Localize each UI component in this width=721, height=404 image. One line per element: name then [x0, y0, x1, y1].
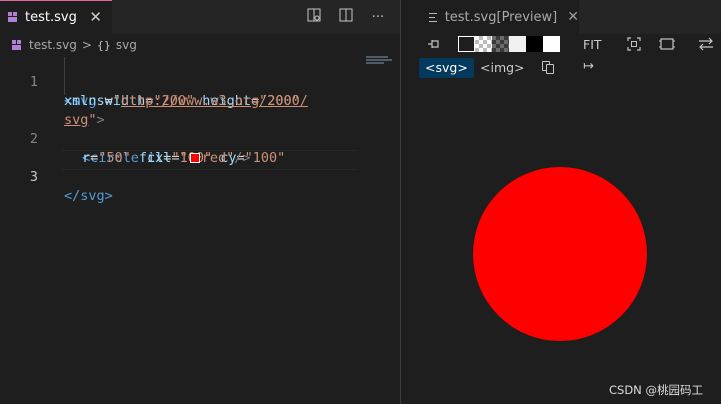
fit-button[interactable]: FIT	[583, 37, 602, 52]
zoom-actual-icon[interactable]	[655, 34, 679, 54]
close-icon[interactable]: ✕	[89, 10, 102, 25]
tab-test-svg[interactable]: test.svg ✕	[0, 0, 112, 34]
breadcrumb-file[interactable]: test.svg	[29, 38, 77, 52]
minimap[interactable]	[366, 56, 394, 68]
bg-checker-light-swatch[interactable]	[475, 36, 492, 52]
arrow-right-to-bar-icon[interactable]: ↦	[583, 59, 594, 74]
braces-icon: {}	[96, 38, 111, 52]
more-actions-icon[interactable]: ···	[370, 10, 386, 25]
preview-toolbar: FIT	[401, 34, 721, 56]
tab-label: test.svg[Preview]	[444, 9, 558, 25]
bg-light-swatch[interactable]	[509, 36, 526, 52]
editor-actions: ···	[306, 0, 386, 34]
preview-group: test.svg[Preview] ✕ FIT <svg> <img> ↦	[401, 0, 721, 404]
open-preview-icon[interactable]	[306, 8, 322, 26]
breadcrumb-node[interactable]: svg	[116, 38, 137, 52]
svg-file-icon	[8, 12, 18, 23]
swap-icon[interactable]	[694, 34, 718, 54]
breadcrumb-separator: >	[81, 38, 92, 52]
bg-black-swatch[interactable]	[526, 36, 543, 52]
close-icon[interactable]: ✕	[567, 9, 579, 25]
preview-svg	[473, 167, 647, 341]
split-editor-icon[interactable]	[338, 8, 354, 26]
tab-label: test.svg	[25, 10, 77, 25]
code-editor[interactable]: 1 <svg width="200" height="200" xmlns="h…	[0, 54, 360, 204]
svg-file-icon	[12, 39, 22, 51]
breadcrumb: test.svg > {} svg	[12, 36, 137, 54]
copy-icon[interactable]	[541, 60, 557, 76]
mode-svg-button[interactable]: <svg>	[419, 58, 474, 78]
tag-close: </svg>	[64, 188, 113, 204]
preview-icon	[429, 12, 437, 22]
code-line: xmlns="http://www.w3.org/2000/	[0, 73, 360, 109]
background-swatches	[458, 36, 560, 52]
code-line: 3 </svg>	[0, 149, 360, 204]
line-number: 3	[29, 169, 38, 185]
code-line: 1 <svg width="200" height="200"	[0, 54, 360, 109]
bg-white-swatch[interactable]	[543, 36, 560, 52]
preview-tab-bar: test.svg[Preview] ✕	[401, 0, 721, 34]
bg-dark-swatch[interactable]	[458, 36, 475, 52]
pin-icon[interactable]	[427, 38, 441, 53]
preview-circle	[473, 167, 647, 341]
editor-scrollbar[interactable]	[392, 34, 400, 404]
editor-tab-bar: test.svg ✕ ···	[0, 0, 400, 34]
watermark: CSDN @桃园码工	[609, 383, 703, 397]
editor-group: test.svg ✕ ··· test.svg > {} svg 1 <svg …	[0, 0, 414, 404]
code-line: svg">	[0, 92, 360, 128]
zoom-fit-icon[interactable]	[622, 34, 646, 54]
code-line: 2 <circle cx="100" cy="100"	[0, 111, 360, 166]
mode-img-button[interactable]: <img>	[476, 58, 529, 78]
tab-preview[interactable]: test.svg[Preview] ✕	[401, 0, 579, 34]
code-line: r="50" fill=" red"/>	[0, 130, 360, 166]
bg-checker-dark-swatch[interactable]	[492, 36, 509, 52]
svg-preview-canvas[interactable]	[401, 82, 721, 404]
preview-mode-bar: <svg> <img> ↦	[401, 56, 721, 80]
